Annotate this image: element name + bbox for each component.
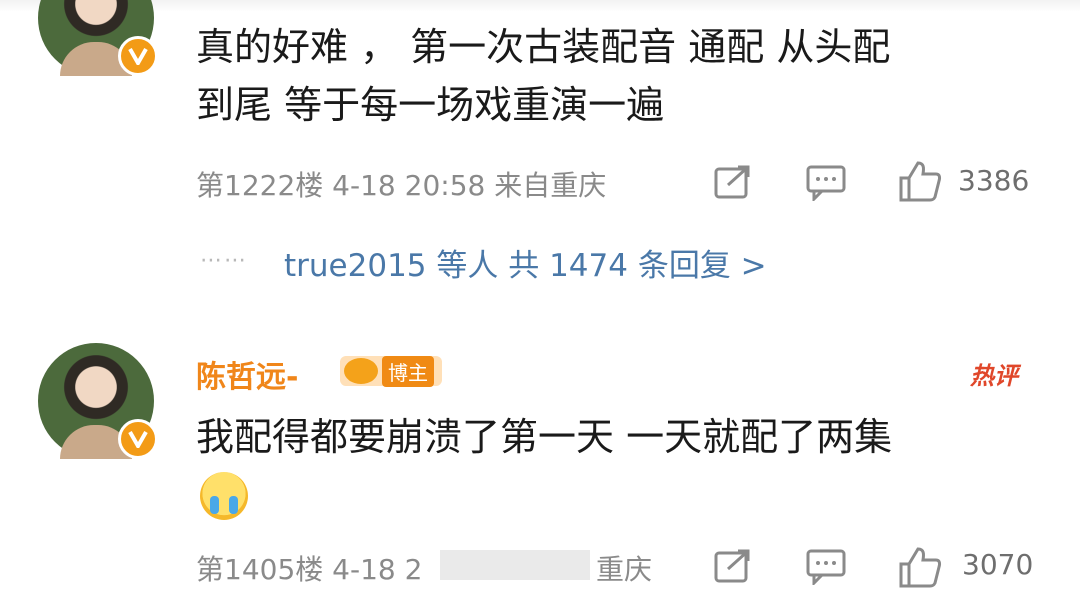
top-fade	[0, 0, 1080, 12]
comment-icon[interactable]	[806, 165, 846, 201]
floor-number: 第1222楼	[196, 169, 324, 202]
verified-v-icon	[118, 36, 158, 76]
author-name[interactable]: 陈哲远-	[196, 352, 298, 396]
watermark-overlay	[440, 550, 590, 580]
comment-text: 我配得都要崩溃了第一天 一天就配了两集	[196, 415, 893, 459]
replies-dots: ⋯⋯	[200, 248, 248, 273]
crying-emoji-icon	[200, 472, 248, 520]
comment-line: 真的好难 ， 第一次古装配音 通配 从头配	[196, 25, 891, 69]
comment-date: 4-18	[332, 169, 396, 202]
verified-v-icon	[118, 419, 158, 459]
like-count: 3070	[962, 548, 1034, 581]
thumbs-up-icon[interactable]	[898, 160, 942, 202]
comment-meta: 第1405楼 4-18 2	[196, 548, 422, 588]
avatar[interactable]	[38, 343, 158, 459]
comment-time: 20:58	[404, 169, 486, 202]
comment-time: 2	[404, 553, 423, 586]
share-icon[interactable]	[714, 549, 752, 583]
comment-icon[interactable]	[806, 549, 846, 585]
comment-date: 4-18	[332, 553, 396, 586]
hot-comment-tag: 热评	[970, 362, 1018, 390]
replies-link[interactable]: true2015 等人 共 1474 条回复 >	[284, 240, 767, 285]
comment-location: 重庆	[596, 553, 653, 586]
comment-line: 到尾 等于每一场戏重演一遍	[196, 83, 665, 127]
comment-meta: 第1222楼 4-18 20:58 来自重庆	[196, 164, 606, 204]
blogger-badge: 博主	[340, 355, 442, 387]
comment-text: 真的好难 ， 第一次古装配音 通配 从头配 到尾 等于每一场戏重演一遍	[196, 18, 1036, 134]
crown-icon	[344, 358, 378, 384]
floor-number: 第1405楼	[196, 553, 324, 586]
badge-label: 博主	[382, 355, 434, 387]
like-count: 3386	[958, 164, 1030, 197]
thumbs-up-icon[interactable]	[898, 546, 942, 588]
avatar[interactable]	[38, 0, 158, 76]
share-icon[interactable]	[714, 165, 752, 199]
comment-location: 来自重庆	[494, 169, 607, 202]
